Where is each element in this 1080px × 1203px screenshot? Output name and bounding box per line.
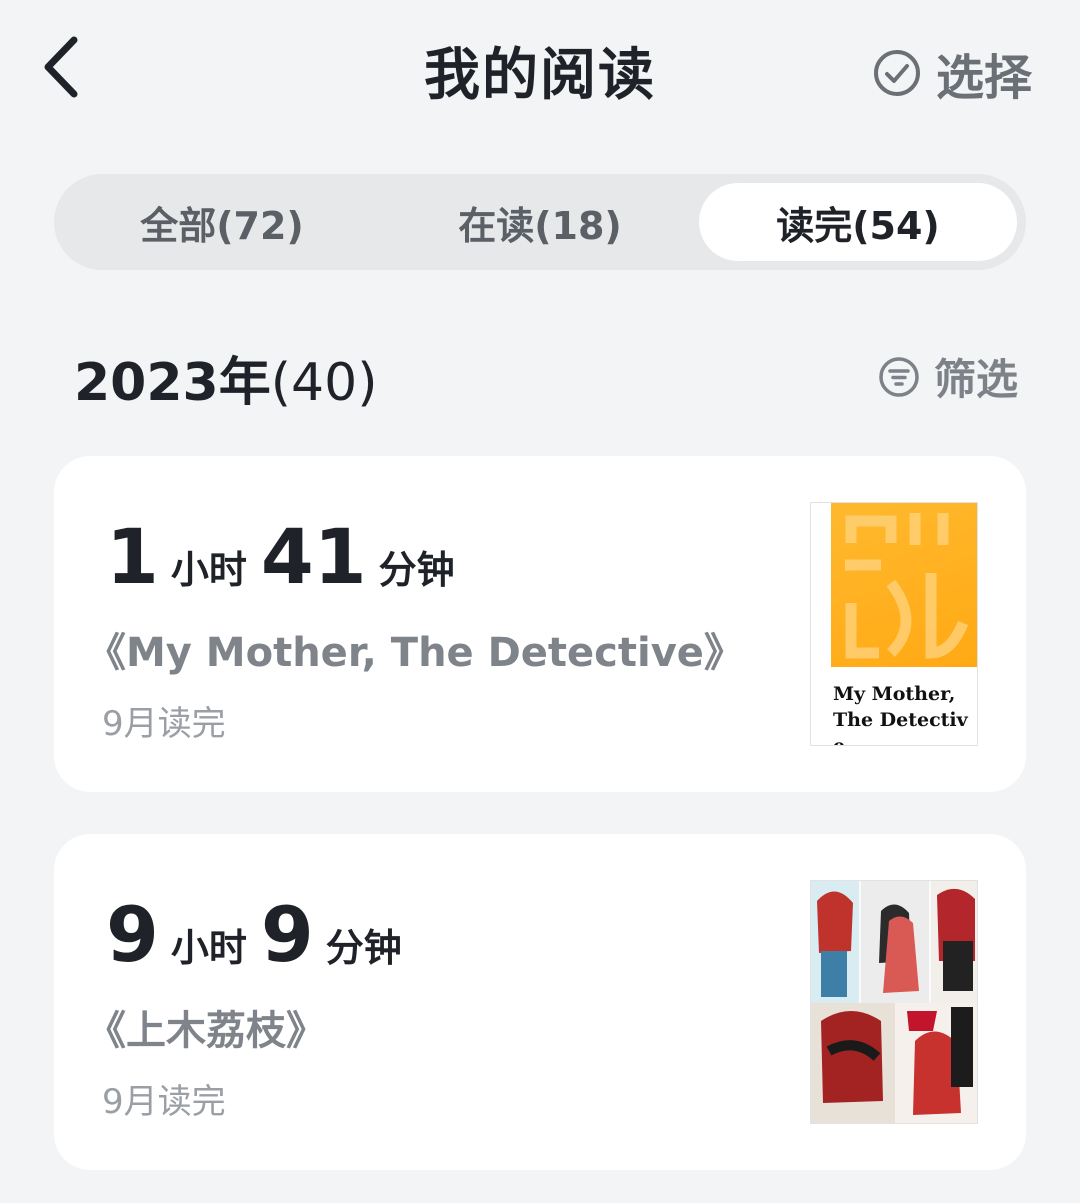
filter-label: 筛选 (933, 355, 1018, 404)
year-title: 2023年(40) (74, 340, 377, 415)
tab-finished[interactable]: 读完(54) (699, 183, 1017, 261)
duration-hours: 1 (106, 512, 159, 601)
check-circle-icon (873, 50, 920, 96)
book-card[interactable]: 9 小时 9 分钟 《上木荔枝》 9月读完 (54, 834, 1026, 1170)
hours-unit: 小时 (170, 548, 247, 592)
duration-minutes: 41 (260, 512, 367, 601)
reading-duration: 1 小时 41 分钟 (106, 512, 469, 601)
cover-pattern (845, 513, 969, 659)
duration-minutes: 9 (260, 890, 314, 979)
book-card[interactable]: 1 小时 41 分钟 《My Mother, The Detective》 9月… (54, 456, 1026, 792)
header: 我的阅读 选择 (0, 0, 1080, 140)
filter-button[interactable]: 筛选 (878, 346, 1018, 407)
finish-date: 9月读完 (102, 1082, 226, 1122)
finish-date: 9月读完 (102, 704, 226, 744)
select-button[interactable]: 选择 (872, 38, 1032, 108)
minutes-unit: 分钟 (378, 548, 455, 592)
hours-unit: 小时 (170, 926, 247, 970)
tab-reading[interactable]: 在读(18) (381, 183, 699, 261)
cover-title: My Mother, The Detective (833, 683, 968, 746)
reading-duration: 9 小时 9 分钟 (106, 890, 416, 979)
book-title: 《My Mother, The Detective》 (86, 630, 744, 676)
duration-hours: 9 (106, 890, 159, 979)
filter-icon (879, 356, 919, 397)
tab-all[interactable]: 全部(72) (63, 183, 381, 261)
book-cover (810, 880, 978, 1124)
year-label: 2023年 (74, 353, 271, 413)
book-title: 《上木荔枝》 (86, 1008, 326, 1054)
select-label: 选择 (935, 50, 1032, 106)
year-section-header: 2023年(40) 筛选 (74, 340, 1024, 413)
year-count: (40) (270, 353, 378, 413)
cover-collage (811, 881, 977, 1123)
cover-art (831, 503, 977, 667)
book-cover: My Mother, The Detective (810, 502, 978, 746)
tab-bar: 全部(72) 在读(18) 读完(54) (54, 174, 1026, 270)
minutes-unit: 分钟 (325, 926, 402, 970)
